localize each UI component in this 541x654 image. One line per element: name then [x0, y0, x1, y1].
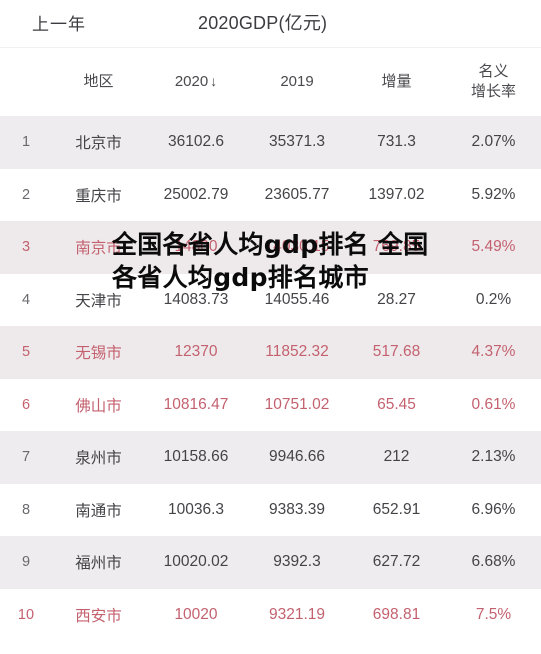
- cell-rank: 5: [0, 326, 52, 379]
- cell-value-2019: 14055.46: [247, 273, 347, 326]
- cell-value-2020: 36102.6: [145, 116, 247, 169]
- cell-increment: 652.91: [347, 483, 446, 536]
- cell-value-2020: 14083.73: [145, 273, 247, 326]
- cell-growth-rate: 5.92%: [446, 168, 541, 221]
- table-row[interactable]: 7 泉州市 10158.66 9946.66 212 2.13%: [0, 431, 541, 484]
- cell-growth-rate: 0.2%: [446, 273, 541, 326]
- page-title: 2020GDP(亿元): [198, 13, 328, 33]
- cell-rank: 10: [0, 588, 52, 641]
- cell-rank: 7: [0, 431, 52, 484]
- column-header-increment[interactable]: 增量: [347, 48, 446, 116]
- cell-growth-rate: 4.37%: [446, 326, 541, 379]
- cell-growth-rate: 5.49%: [446, 221, 541, 274]
- cell-value-2020: 10158.66: [145, 431, 247, 484]
- cell-value-2019: 35371.3: [247, 116, 347, 169]
- table-row[interactable]: 1 北京市 36102.6 35371.3 731.3 2.07%: [0, 116, 541, 169]
- cell-rank: 2: [0, 168, 52, 221]
- cell-rank: 3: [0, 221, 52, 274]
- cell-value-2020: 10816.47: [145, 378, 247, 431]
- column-header-growth-rate-line2: 增长率: [470, 83, 516, 100]
- cell-growth-rate: 0.61%: [446, 378, 541, 431]
- gdp-table: 地区 2020 ↓ 2019 增量 名义 增长率 1 北京市 36102.6 35371…: [0, 48, 541, 641]
- cell-value-2020: 10020: [145, 588, 247, 641]
- cell-rank: 4: [0, 273, 52, 326]
- header-row: 地区 2020 ↓ 2019 增量 名义 增长率: [0, 48, 541, 116]
- top-bar: 上一年 2020GDP(亿元): [0, 0, 541, 48]
- cell-increment: 28.27: [347, 273, 446, 326]
- cell-increment: 731.3: [347, 116, 446, 169]
- table-row[interactable]: 9 福州市 10020.02 9392.3 627.72 6.68%: [0, 536, 541, 589]
- cell-rank: 8: [0, 483, 52, 536]
- cell-value-2020: 25002.79: [145, 168, 247, 221]
- table-row[interactable]: 10 西安市 10020 9321.19 698.81 7.5%: [0, 588, 541, 641]
- column-header-2019[interactable]: 2019: [247, 48, 347, 116]
- cell-area: 南通市: [52, 483, 145, 536]
- table-row[interactable]: 2 重庆市 25002.79 23605.77 1397.02 5.92%: [0, 168, 541, 221]
- cell-value-2020: 10036.3: [145, 483, 247, 536]
- cell-area: 佛山市: [52, 378, 145, 431]
- cell-value-2020: 10020.02: [145, 536, 247, 589]
- cell-value-2019: 14030.15: [247, 221, 347, 274]
- sort-descending-icon[interactable]: ↓: [208, 73, 217, 89]
- cell-value-2019: 9392.3: [247, 536, 347, 589]
- cell-value-2019: 9383.39: [247, 483, 347, 536]
- column-header-growth-rate[interactable]: 名义 增长率: [446, 48, 541, 116]
- cell-value-2020: 14800: [145, 221, 247, 274]
- cell-increment: 212: [347, 431, 446, 484]
- cell-value-2019: 10751.02: [247, 378, 347, 431]
- cell-growth-rate: 2.13%: [446, 431, 541, 484]
- table-row[interactable]: 3 南京市 14800 14030.15 769.85 5.49%: [0, 221, 541, 274]
- cell-area: 南京市: [52, 221, 145, 274]
- cell-increment: 65.45: [347, 378, 446, 431]
- table-row[interactable]: 8 南通市 10036.3 9383.39 652.91 6.96%: [0, 483, 541, 536]
- column-header-growth-rate-line1: 名义: [478, 62, 509, 80]
- column-header-2020[interactable]: 2020 ↓: [145, 48, 247, 116]
- cell-increment: 517.68: [347, 326, 446, 379]
- cell-value-2019: 11852.32: [247, 326, 347, 379]
- cell-growth-rate: 6.68%: [446, 536, 541, 589]
- cell-area: 重庆市: [52, 168, 145, 221]
- cell-area: 泉州市: [52, 431, 145, 484]
- cell-area: 西安市: [52, 588, 145, 641]
- cell-area: 无锡市: [52, 326, 145, 379]
- table-row[interactable]: 6 佛山市 10816.47 10751.02 65.45 0.61%: [0, 378, 541, 431]
- cell-value-2020: 12370: [145, 326, 247, 379]
- cell-rank: 1: [0, 116, 52, 169]
- cell-value-2019: 9321.19: [247, 588, 347, 641]
- table-body: 1 北京市 36102.6 35371.3 731.3 2.07% 2 重庆市 25002.79…: [0, 116, 541, 641]
- table-header: 地区 2020 ↓ 2019 增量 名义 增长率: [0, 48, 541, 116]
- cell-increment: 627.72: [347, 536, 446, 589]
- cell-growth-rate: 6.96%: [446, 483, 541, 536]
- column-header-rank: [0, 48, 52, 116]
- cell-value-2019: 9946.66: [247, 431, 347, 484]
- cell-area: 福州市: [52, 536, 145, 589]
- column-header-increment-label: 增量: [381, 72, 412, 90]
- cell-growth-rate: 7.5%: [446, 588, 541, 641]
- table-row[interactable]: 5 无锡市 12370 11852.32 517.68 4.37%: [0, 326, 541, 379]
- cell-value-2019: 23605.77: [247, 168, 347, 221]
- cell-area: 北京市: [52, 116, 145, 169]
- cell-rank: 6: [0, 378, 52, 431]
- cell-growth-rate: 2.07%: [446, 116, 541, 169]
- previous-year-label[interactable]: 上一年: [32, 10, 86, 35]
- table-row[interactable]: 4 天津市 14083.73 14055.46 28.27 0.2%: [0, 273, 541, 326]
- column-header-area[interactable]: 地区: [52, 48, 145, 116]
- cell-rank: 9: [0, 536, 52, 589]
- page-root: 上一年 2020GDP(亿元) 地区 2020 ↓ 2019 增量 名义 增长率…: [0, 0, 541, 654]
- column-header-area-label: 地区: [83, 72, 114, 90]
- cell-area: 天津市: [52, 273, 145, 326]
- column-header-2019-label: 2019: [280, 72, 314, 90]
- cell-increment: 1397.02: [347, 168, 446, 221]
- column-header-2020-label: 2020: [174, 72, 209, 90]
- cell-increment: 769.85: [347, 221, 446, 274]
- cell-increment: 698.81: [347, 588, 446, 641]
